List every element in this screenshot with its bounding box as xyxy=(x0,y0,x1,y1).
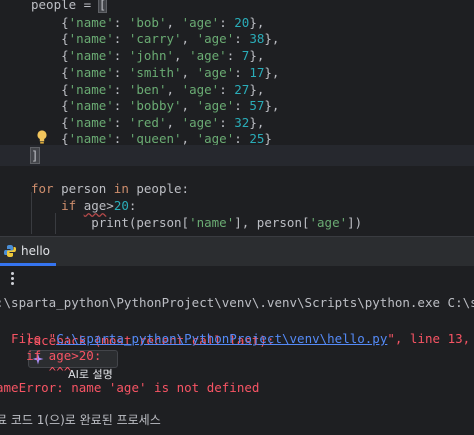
file-suffix: ", line 13, in <module> xyxy=(387,331,471,346)
console-traceback-line: raceback (most recent call last): AI로 설명 xyxy=(0,311,274,381)
console-error-message: ameError: name 'age' is not defined xyxy=(0,380,260,395)
console-command: :\sparta_python\PythonProject\venv\.venv… xyxy=(0,295,474,310)
file-path-link[interactable]: C:\sparta_python\PythonProject\venv\hell… xyxy=(56,331,387,346)
lightbulb-icon[interactable] xyxy=(36,129,48,145)
tab-hello[interactable]: hello xyxy=(0,237,56,266)
python-icon xyxy=(4,245,16,257)
tab-label: hello xyxy=(21,244,50,258)
more-options-icon[interactable] xyxy=(10,271,16,287)
run-tool-window-header: hello xyxy=(0,237,474,266)
console-output[interactable]: :\sparta_python\PythonProject\venv\.venv… xyxy=(0,293,474,435)
code-line-10[interactable]: ] xyxy=(0,145,474,166)
code-line-14[interactable]: print(person['name'], person['age']) xyxy=(0,212,474,233)
run-toolbar xyxy=(0,266,474,294)
console-exit-message: 료 코드 1(으)로 완료된 프로세스 xyxy=(0,413,161,427)
code-editor[interactable]: people = [ {'name': 'bob', 'age': 20}, {… xyxy=(0,0,474,236)
file-prefix: File " xyxy=(0,331,57,346)
